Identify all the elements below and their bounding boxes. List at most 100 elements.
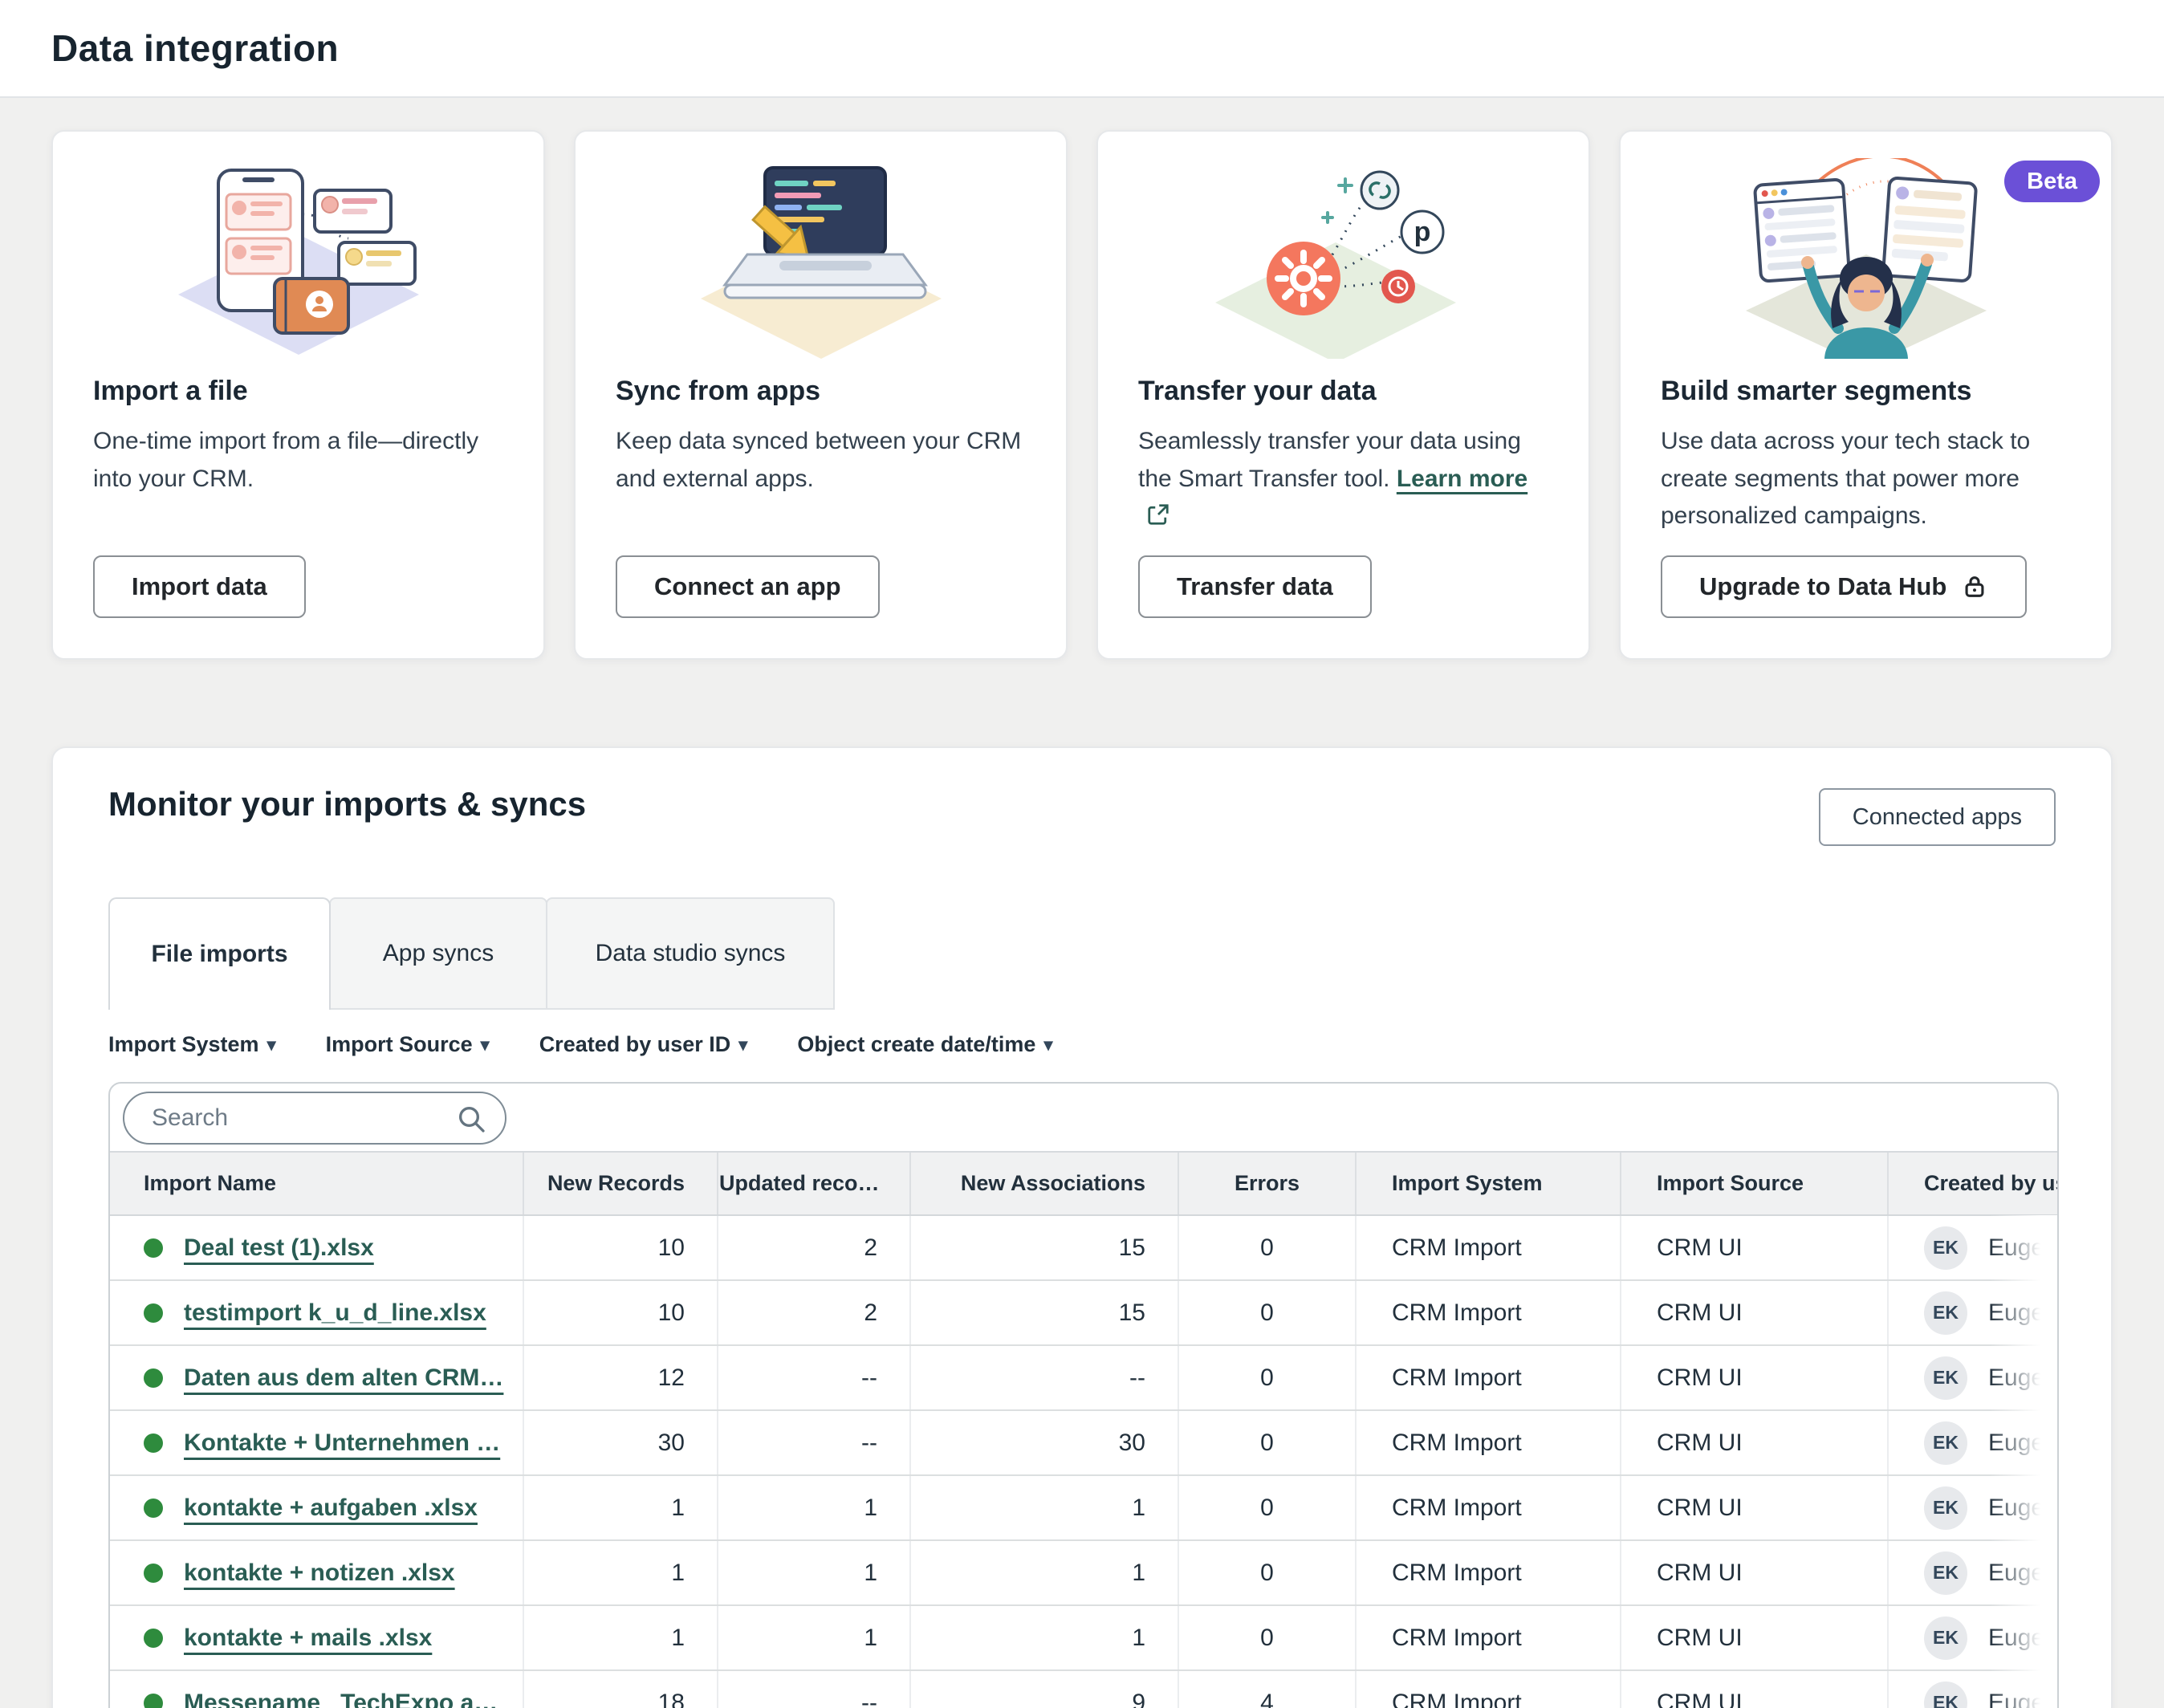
avatar: EK: [1924, 1616, 1967, 1660]
import-name-cell: kontakte + aufgaben .xlsx: [110, 1475, 523, 1540]
import-file-illustration-svg: [162, 158, 435, 359]
import-name-link[interactable]: kontakte + notizen .xlsx: [184, 1560, 455, 1586]
new-records-cell: 10: [523, 1280, 718, 1345]
new-records-cell: 1: [523, 1475, 718, 1540]
sync-apps-illustration: [576, 151, 1066, 366]
table-row: testimport k_u_d_line.xlsx102150CRM Impo…: [110, 1280, 2059, 1345]
card-title: Transfer your data: [1138, 376, 1548, 407]
search-icon: [455, 1103, 487, 1135]
avatar: EK: [1924, 1291, 1967, 1335]
filter-import-system[interactable]: Import System ▾: [108, 1032, 276, 1057]
connect-an-app-button[interactable]: Connect an app: [616, 555, 880, 618]
filter-object-create-datetime[interactable]: Object create date/time ▾: [797, 1032, 1052, 1057]
table-row: Messename_ TechExpo a…18--94CRM ImportCR…: [110, 1670, 2059, 1708]
errors-cell: 0: [1178, 1475, 1356, 1540]
created-by-cell: EKEugen: [1888, 1410, 2059, 1475]
card-title: Import a file: [93, 376, 503, 407]
col-new-records: New Records: [523, 1153, 718, 1215]
avatar: EK: [1924, 1226, 1967, 1270]
import-name-link[interactable]: Daten aus dem alten CRM…: [184, 1364, 503, 1391]
new-associations-cell: 9: [910, 1670, 1178, 1708]
monitor-section-title: Monitor your imports & syncs: [108, 785, 586, 824]
import-source-cell: CRM UI: [1621, 1475, 1888, 1540]
card-sync-from-apps: Sync from apps Keep data synced between …: [574, 130, 1068, 660]
caret-down-icon: ▾: [738, 1035, 747, 1055]
import-system-cell: CRM Import: [1356, 1345, 1621, 1410]
created-by-cell: EKEugen: [1888, 1345, 2059, 1410]
import-name-link[interactable]: Deal test (1).xlsx: [184, 1234, 374, 1261]
table-row: Daten aus dem alten CRM…12----0CRM Impor…: [110, 1345, 2059, 1410]
updated-records-cell: --: [718, 1345, 910, 1410]
new-associations-cell: 15: [910, 1215, 1178, 1280]
svg-text:p: p: [1414, 217, 1430, 247]
import-source-cell: CRM UI: [1621, 1215, 1888, 1280]
updated-records-cell: 2: [718, 1215, 910, 1280]
upgrade-to-data-hub-button[interactable]: Upgrade to Data Hub: [1661, 555, 2027, 618]
created-by-cell: EKEugen: [1888, 1605, 2059, 1670]
import-name-link[interactable]: kontakte + mails .xlsx: [184, 1625, 432, 1651]
import-system-cell: CRM Import: [1356, 1605, 1621, 1670]
transfer-data-button[interactable]: Transfer data: [1138, 555, 1372, 618]
new-records-cell: 1: [523, 1605, 718, 1670]
data-integration-screen: Data integration: [0, 0, 2164, 1708]
import-name-link[interactable]: testimport k_u_d_line.xlsx: [184, 1299, 486, 1326]
import-name-link[interactable]: Kontakte + Unternehmen …: [184, 1429, 500, 1456]
updated-records-cell: --: [718, 1410, 910, 1475]
errors-cell: 0: [1178, 1540, 1356, 1605]
filter-import-source[interactable]: Import Source ▾: [326, 1032, 490, 1057]
card-body: Keep data synced between your CRM and ex…: [616, 423, 1026, 498]
created-by-name: Eugen: [1988, 1690, 2058, 1708]
import-name-cell: Kontakte + Unternehmen …: [110, 1410, 523, 1475]
import-name-link[interactable]: Messename_ TechExpo a…: [184, 1690, 498, 1708]
table-body: Deal test (1).xlsx102150CRM ImportCRM UI…: [110, 1215, 2059, 1708]
tab-file-imports[interactable]: File imports: [108, 897, 331, 1010]
new-records-cell: 1: [523, 1540, 718, 1605]
import-data-button[interactable]: Import data: [93, 555, 306, 618]
card-body: Use data across your tech stack to creat…: [1661, 423, 2071, 535]
new-associations-cell: 30: [910, 1410, 1178, 1475]
learn-more-link[interactable]: Learn more: [1397, 466, 1527, 492]
upgrade-button-label: Upgrade to Data Hub: [1699, 572, 1946, 601]
import-source-cell: CRM UI: [1621, 1410, 1888, 1475]
status-dot-icon: [144, 1564, 163, 1583]
import-name-cell: Messename_ TechExpo a…: [110, 1670, 523, 1708]
avatar: EK: [1924, 1551, 1967, 1595]
search-field: [123, 1092, 506, 1145]
col-import-name: Import Name: [110, 1153, 523, 1215]
created-by-name: Eugen: [1988, 1429, 2058, 1456]
updated-records-cell: 1: [718, 1605, 910, 1670]
monitor-tabs: File imports App syncs Data studio syncs: [108, 897, 835, 1010]
import-source-cell: CRM UI: [1621, 1280, 1888, 1345]
filter-created-by-user-id[interactable]: Created by user ID ▾: [539, 1032, 748, 1057]
connected-apps-button[interactable]: Connected apps: [1819, 788, 2056, 846]
filter-label: Created by user ID: [539, 1032, 731, 1057]
import-name-cell: Deal test (1).xlsx: [110, 1215, 523, 1280]
table-row: kontakte + mails .xlsx1110CRM ImportCRM …: [110, 1605, 2059, 1670]
lock-icon: [1961, 573, 1988, 600]
import-system-cell: CRM Import: [1356, 1540, 1621, 1605]
tab-app-syncs[interactable]: App syncs: [329, 897, 547, 1010]
import-name-cell: Daten aus dem alten CRM…: [110, 1345, 523, 1410]
new-records-cell: 18: [523, 1670, 718, 1708]
search-input[interactable]: [123, 1092, 506, 1145]
updated-records-cell: 1: [718, 1475, 910, 1540]
status-dot-icon: [144, 1238, 163, 1258]
created-by-cell: EKEugen: [1888, 1280, 2059, 1345]
new-associations-cell: 1: [910, 1475, 1178, 1540]
caret-down-icon: ▾: [267, 1035, 276, 1055]
import-name-link[interactable]: kontakte + aufgaben .xlsx: [184, 1494, 478, 1521]
import-system-cell: CRM Import: [1356, 1475, 1621, 1540]
table-row: kontakte + aufgaben .xlsx1110CRM ImportC…: [110, 1475, 2059, 1540]
caret-down-icon: ▾: [481, 1035, 490, 1055]
import-system-cell: CRM Import: [1356, 1410, 1621, 1475]
imports-table-container: Import Name New Records Updated reco… Ne…: [108, 1082, 2059, 1708]
tab-data-studio-syncs[interactable]: Data studio syncs: [546, 897, 835, 1010]
status-dot-icon: [144, 1303, 163, 1323]
col-updated-records: Updated reco…: [718, 1153, 910, 1215]
col-import-source: Import Source: [1621, 1153, 1888, 1215]
col-errors: Errors: [1178, 1153, 1356, 1215]
new-associations-cell: 15: [910, 1280, 1178, 1345]
updated-records-cell: --: [718, 1670, 910, 1708]
filter-label: Import Source: [326, 1032, 473, 1057]
card-import-a-file: Import a file One-time import from a fil…: [51, 130, 545, 660]
